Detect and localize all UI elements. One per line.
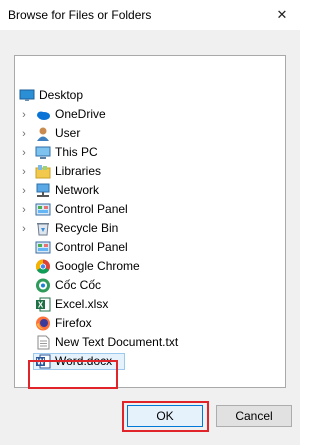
text-file-icon: [35, 335, 51, 350]
tree-item-label: Google Chrome: [55, 259, 140, 273]
tree-item-onedrive[interactable]: › OneDrive: [15, 105, 285, 124]
control-panel-icon: [35, 202, 51, 217]
chevron-right-icon[interactable]: ›: [19, 162, 29, 181]
tree-item-firefox[interactable]: Firefox: [15, 314, 285, 333]
tree-item-label: Recycle Bin: [55, 221, 119, 235]
tree-item-label: This PC: [55, 145, 98, 159]
tree-item-label: New Text Document.txt: [55, 335, 179, 349]
tree-item-network[interactable]: › Network: [15, 181, 285, 200]
tree-item-label: Firefox: [55, 316, 92, 330]
desktop-icon: [19, 88, 35, 103]
tree-item-control-panel-shortcut[interactable]: Control Panel: [15, 238, 285, 257]
tree-item-label: Libraries: [55, 164, 102, 178]
control-panel-icon: [35, 240, 51, 255]
svg-text:W: W: [37, 358, 45, 367]
tree-item-label: Cốc Cốc: [55, 278, 102, 292]
tree-item-label: Control Panel: [55, 202, 128, 216]
chevron-right-icon[interactable]: ›: [19, 181, 29, 200]
cancel-button[interactable]: Cancel: [216, 405, 292, 427]
chevron-right-icon[interactable]: ›: [19, 124, 29, 143]
chevron-right-icon[interactable]: ›: [19, 143, 29, 162]
tree-item-label: Network: [55, 183, 100, 197]
tree-item-coccoc[interactable]: Cốc Cốc: [15, 276, 285, 295]
coccoc-icon: [35, 278, 51, 293]
folder-tree[interactable]: Desktop › OneDrive › User › This PC › Li…: [14, 55, 286, 388]
tree-item-user[interactable]: › User: [15, 124, 285, 143]
onedrive-cloud-icon: [35, 107, 51, 122]
tree-item-desktop[interactable]: Desktop: [15, 86, 285, 105]
tree-item-libraries[interactable]: › Libraries: [15, 162, 285, 181]
window-title: Browse for Files or Folders: [8, 8, 152, 22]
tree-item-this-pc[interactable]: › This PC: [15, 143, 285, 162]
tree-item-label: Word.docx: [55, 354, 113, 368]
computer-icon: [35, 145, 51, 160]
tree-item-label: Excel.xlsx: [55, 297, 109, 311]
tree-item-excel-file[interactable]: X Excel.xlsx: [15, 295, 285, 314]
title-bar: Browse for Files or Folders ✕: [0, 0, 300, 30]
tree-item-text-file[interactable]: New Text Document.txt: [15, 333, 285, 352]
tree-item-label: Desktop: [39, 88, 84, 102]
ok-button[interactable]: OK: [127, 405, 203, 427]
tree-item-control-panel[interactable]: › Control Panel: [15, 200, 285, 219]
tree-item-word-file[interactable]: W Word.docx: [15, 352, 285, 371]
recycle-bin-icon: [35, 221, 51, 236]
excel-file-icon: X: [35, 297, 51, 312]
chevron-right-icon[interactable]: ›: [19, 219, 29, 238]
libraries-icon: [35, 164, 51, 179]
chrome-icon: [35, 259, 51, 274]
tree-item-label: User: [55, 126, 81, 140]
network-icon: [35, 183, 51, 198]
tree-item-recycle-bin[interactable]: › Recycle Bin: [15, 219, 285, 238]
user-icon: [35, 126, 51, 141]
chevron-right-icon[interactable]: ›: [19, 105, 29, 124]
close-button[interactable]: ✕: [270, 4, 294, 26]
tree-item-label: Control Panel: [55, 240, 128, 254]
close-icon: ✕: [276, 7, 288, 22]
svg-text:X: X: [38, 301, 44, 310]
firefox-icon: [35, 316, 51, 331]
word-file-icon: W: [35, 354, 51, 369]
chevron-right-icon[interactable]: ›: [19, 200, 29, 219]
tree-item-label: OneDrive: [55, 107, 106, 121]
tree-item-google-chrome[interactable]: Google Chrome: [15, 257, 285, 276]
